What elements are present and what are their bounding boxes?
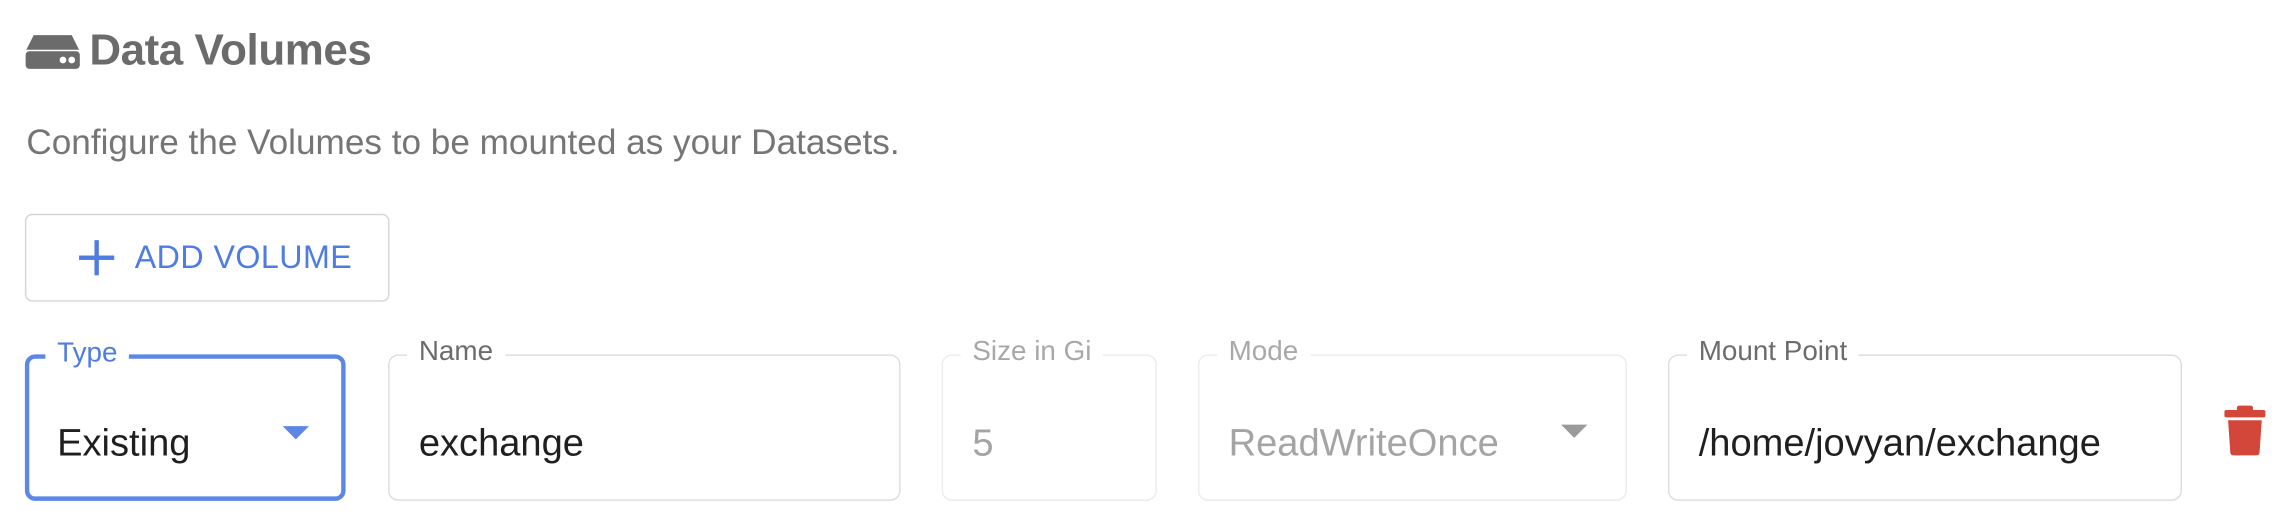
size-field: Size in Gi 5 xyxy=(941,335,1157,501)
size-label: Size in Gi xyxy=(960,335,1104,371)
mount-point-label: Mount Point xyxy=(1686,335,1859,371)
name-label: Name xyxy=(407,335,505,371)
mode-label: Mode xyxy=(1216,335,1310,371)
add-volume-button[interactable]: ADD VOLUME xyxy=(24,213,390,302)
name-field[interactable]: Name exchange xyxy=(388,335,901,501)
section-header: Data Volumes xyxy=(25,21,372,83)
name-value: exchange xyxy=(418,420,584,465)
trash-icon[interactable] xyxy=(2223,404,2267,457)
type-label: Type xyxy=(45,336,130,372)
add-volume-label: ADD VOLUME xyxy=(134,238,353,276)
type-select[interactable]: Type Existing xyxy=(24,336,346,501)
chevron-down-icon xyxy=(1561,424,1588,438)
mount-point-value: /home/jovyan/exchange xyxy=(1698,420,2101,465)
plus-icon xyxy=(79,240,115,276)
mode-value: ReadWriteOnce xyxy=(1228,420,1499,465)
section-title: Data Volumes xyxy=(89,26,372,75)
storage-drive-icon xyxy=(25,35,80,69)
chevron-down-icon xyxy=(282,426,309,440)
mount-point-field[interactable]: Mount Point /home/jovyan/exchange xyxy=(1667,335,2182,501)
size-value: 5 xyxy=(972,420,994,465)
mode-select: Mode ReadWriteOnce xyxy=(1197,335,1627,501)
section-description: Configure the Volumes to be mounted as y… xyxy=(26,123,900,163)
data-volumes-section: Data Volumes Configure the Volumes to be… xyxy=(0,0,2280,530)
type-value: Existing xyxy=(57,420,191,465)
